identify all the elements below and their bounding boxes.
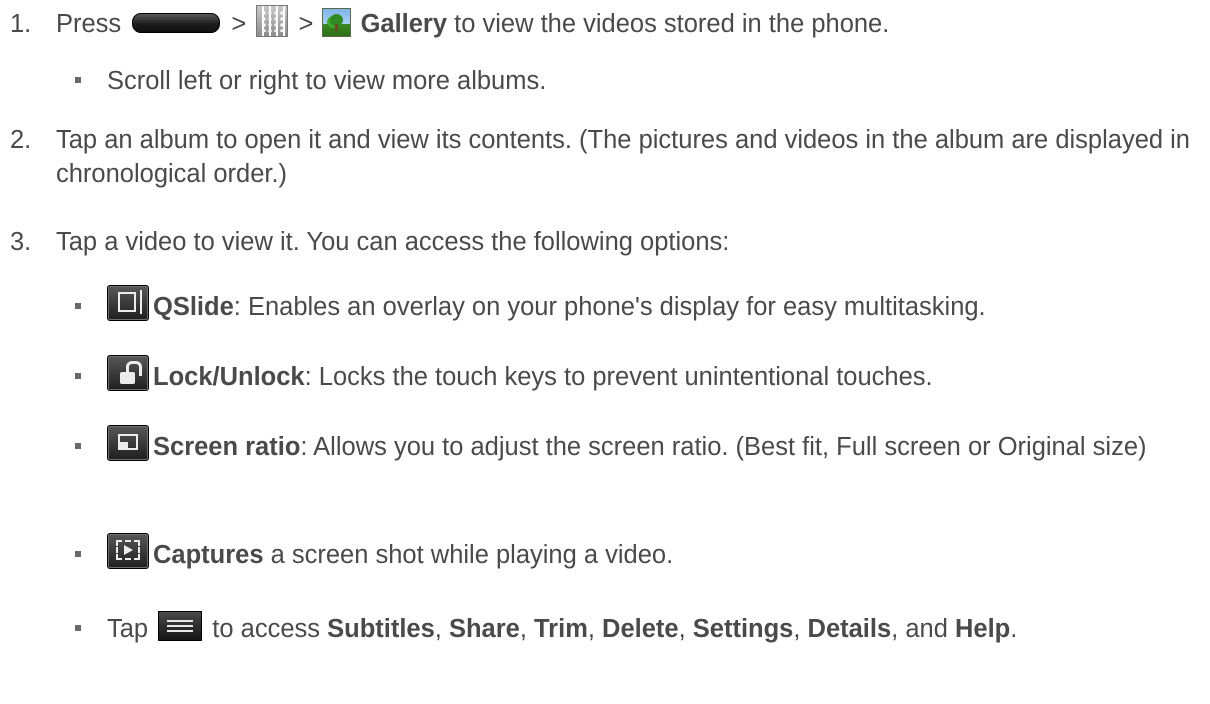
bullet-scroll: Scroll left or right to view more albums… [75, 64, 1195, 98]
bullet-marker [75, 443, 81, 449]
step-3: 3. Tap a video to view it. You can acces… [10, 225, 1200, 259]
step-text: Tap a video to view it. You can access t… [56, 228, 730, 256]
step-2: 2. Tap an album to open it and view its … [10, 123, 1200, 191]
gallery-icon [322, 7, 352, 37]
bullet-text: Scroll left or right to view more albums… [107, 67, 547, 95]
home-key-icon [132, 13, 221, 34]
option-term: Screen ratio [153, 433, 301, 461]
step-number: 2. [10, 126, 32, 154]
menu-item-trim: Trim [534, 615, 588, 643]
step-text: Press > > Gallery to view the videos sto… [56, 5, 1200, 41]
screen-ratio-icon [107, 425, 149, 462]
menu-item-share: Share [448, 615, 520, 643]
qslide-icon [107, 285, 149, 322]
apps-grid-icon [256, 5, 289, 38]
step-1-rest: to view the videos stored in the phone. [447, 10, 890, 38]
option-desc: a screen shot while playing a video. [263, 541, 674, 569]
option-desc: : Enables an overlay on your phone's dis… [233, 293, 986, 321]
option-desc: : Allows you to adjust the screen ratio.… [300, 433, 1147, 461]
menu-item-subtitles: Subtitles [327, 615, 435, 643]
gallery-term: Gallery [360, 10, 448, 38]
lock-icon [107, 355, 149, 392]
option-desc: : Locks the touch keys to prevent uninte… [304, 363, 933, 391]
option-screen-ratio: Screen ratio: Allows you to adjust the s… [75, 425, 1195, 464]
step-text: Tap an album to open it and view its con… [56, 126, 1190, 188]
option-term: Lock/Unlock [153, 363, 305, 391]
menu-item-delete: Delete [602, 615, 679, 643]
separator: > [298, 10, 314, 38]
bullet-marker [75, 77, 81, 83]
menu-item-settings: Settings [692, 615, 794, 643]
menu-item-help: Help [954, 615, 1011, 643]
step-number: 1. [10, 10, 32, 38]
press-label: Press [56, 10, 122, 38]
menu-icon [158, 611, 203, 642]
bullet-marker [75, 303, 81, 309]
tap-label: Tap [107, 615, 149, 643]
menu-item-details: Details [807, 615, 892, 643]
option-qslide: QSlide: Enables an overlay on your phone… [75, 285, 1195, 324]
option-term: Captures [153, 541, 264, 569]
option-lock-unlock: Lock/Unlock: Locks the touch keys to pre… [75, 355, 1195, 394]
option-term: QSlide [153, 293, 234, 321]
bullet-marker [75, 625, 81, 631]
separator: > [231, 10, 247, 38]
capture-icon [107, 533, 149, 570]
option-menu: Tap to access Subtitles, Share, Trim, De… [75, 611, 1195, 646]
option-captures: Captures a screen shot while playing a v… [75, 533, 1195, 572]
step-number: 3. [10, 228, 32, 256]
bullet-marker [75, 551, 81, 557]
bullet-marker [75, 373, 81, 379]
step-1: 1. Press > > Gallery to view the videos … [10, 5, 1200, 41]
